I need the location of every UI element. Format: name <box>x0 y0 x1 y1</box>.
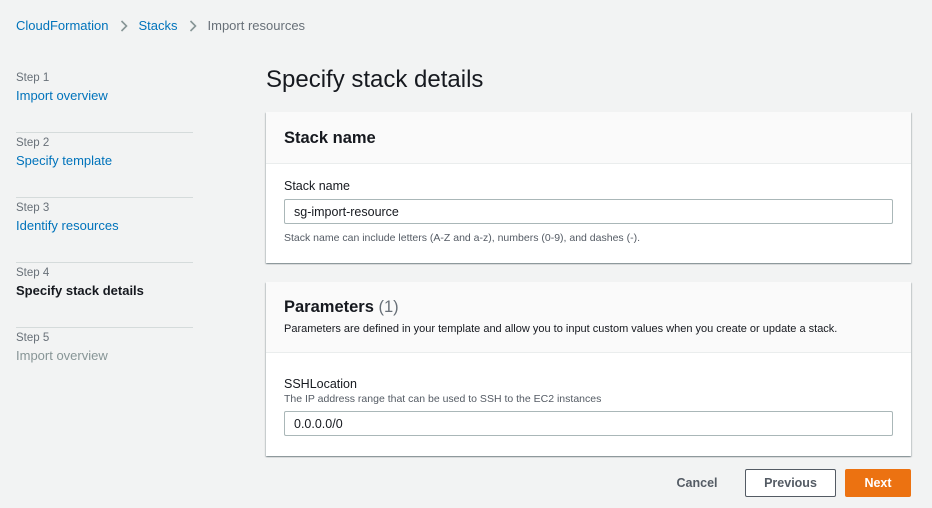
step-number: Step 5 <box>16 332 50 344</box>
panel-header: Stack name <box>266 112 911 164</box>
panel-body: Stack name Stack name can include letter… <box>266 164 911 244</box>
previous-button[interactable]: Previous <box>745 469 836 497</box>
parameters-panel: Parameters (1) Parameters are defined in… <box>266 282 911 456</box>
ssh-location-label: SSHLocation <box>284 377 357 391</box>
breadcrumb-stacks[interactable]: Stacks <box>139 18 178 33</box>
wizard-steps: Step 1 Import overview Step 2 Specify te… <box>16 68 193 393</box>
wizard-step-3: Step 3 Identify resources <box>16 198 193 263</box>
step-current-specify-stack-details: Specify stack details <box>16 283 144 298</box>
breadcrumb-current: Import resources <box>207 18 306 33</box>
chevron-right-icon <box>189 19 197 32</box>
chevron-right-icon <box>120 19 128 32</box>
panel-title: Parameters (1) <box>284 298 893 317</box>
breadcrumb: CloudFormation Stacks Import resources <box>16 18 305 33</box>
wizard-step-2: Step 2 Specify template <box>16 133 193 198</box>
step-number: Step 2 <box>16 137 50 149</box>
cancel-button[interactable]: Cancel <box>664 469 730 497</box>
step-disabled-import-overview: Import overview <box>16 348 108 363</box>
stack-name-label: Stack name <box>284 179 351 193</box>
stack-name-help: Stack name can include letters (A-Z and … <box>284 232 640 244</box>
wizard-step-1: Step 1 Import overview <box>16 68 193 133</box>
step-number: Step 4 <box>16 267 50 279</box>
page-title: Specify stack details <box>266 66 484 93</box>
breadcrumb-cloudformation[interactable]: CloudFormation <box>16 18 109 33</box>
stack-name-input[interactable] <box>284 199 893 224</box>
ssh-location-input[interactable] <box>284 411 893 436</box>
step-number: Step 1 <box>16 72 50 84</box>
next-button[interactable]: Next <box>845 469 911 497</box>
panel-body: SSHLocation The IP address range that ca… <box>266 353 911 436</box>
panel-header: Parameters (1) Parameters are defined in… <box>266 282 911 353</box>
page: CloudFormation Stacks Import resources S… <box>0 0 932 508</box>
step-number: Step 3 <box>16 202 50 214</box>
parameters-title: Parameters <box>284 298 374 316</box>
parameters-description: Parameters are defined in your template … <box>284 323 838 335</box>
parameters-count: (1) <box>378 298 399 316</box>
step-link-import-overview[interactable]: Import overview <box>16 87 193 105</box>
ssh-location-description: The IP address range that can be used to… <box>284 393 602 405</box>
step-link-identify-resources[interactable]: Identify resources <box>16 217 193 235</box>
panel-title: Stack name <box>284 129 376 147</box>
stack-name-panel: Stack name Stack name Stack name can inc… <box>266 112 911 263</box>
wizard-step-4: Step 4 Specify stack details <box>16 263 193 328</box>
step-link-specify-template[interactable]: Specify template <box>16 152 193 170</box>
wizard-step-5: Step 5 Import overview <box>16 328 193 393</box>
